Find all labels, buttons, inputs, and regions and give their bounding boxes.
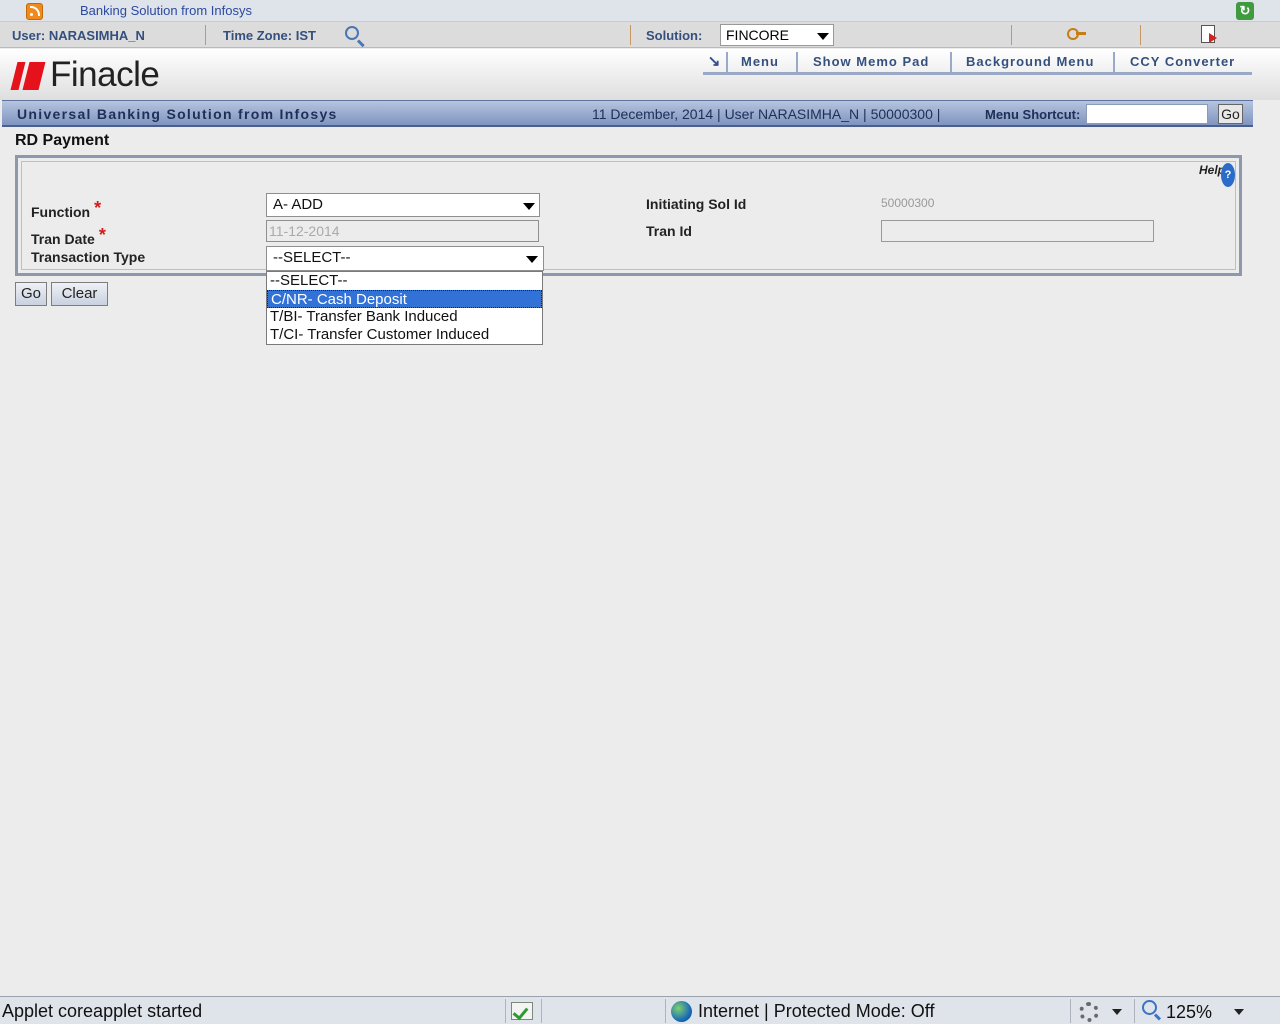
rss-feed-icon[interactable] [26, 3, 43, 20]
background-menu-link[interactable]: Background Menu [966, 54, 1094, 69]
clear-button[interactable]: Clear [51, 282, 108, 306]
menu-link[interactable]: Menu [741, 54, 779, 69]
divider [1070, 999, 1071, 1023]
dropdown-option-select[interactable]: --SELECT-- [267, 272, 542, 290]
divider [665, 999, 666, 1023]
initiating-sol-id-label: Initiating Sol Id [646, 196, 747, 212]
settings-gear-icon[interactable] [1079, 1002, 1099, 1022]
tagline: Universal Banking Solution from Infosys [17, 106, 338, 122]
menu-divider [1113, 52, 1115, 72]
divider [1011, 25, 1012, 45]
divider [205, 25, 206, 45]
zoom-icon[interactable] [1142, 1000, 1157, 1015]
menu-underline [703, 72, 1252, 75]
menu-divider [950, 52, 952, 72]
menu-shortcut-go-button[interactable]: Go [1218, 104, 1243, 124]
required-marker: * [94, 198, 102, 218]
key-icon[interactable] [1067, 26, 1087, 44]
search-icon[interactable] [345, 26, 359, 40]
transaction-type-select[interactable]: --SELECT-- [266, 246, 544, 271]
tran-id-input[interactable] [881, 220, 1154, 242]
chevron-down-icon[interactable] [1112, 1009, 1122, 1015]
function-label: Function * [31, 198, 102, 222]
divider [1140, 25, 1141, 45]
finacle-logo-icon [14, 62, 44, 90]
form-panel-inner [21, 161, 1236, 270]
divider [1134, 999, 1135, 1023]
application-title-bar: Universal Banking Solution from Infosys … [2, 100, 1253, 127]
divider [541, 999, 542, 1023]
dropdown-option-cash-deposit[interactable]: C/NR- Cash Deposit [267, 290, 542, 308]
menu-shortcut-label: Menu Shortcut: [985, 107, 1081, 122]
tran-id-label: Tran Id [646, 223, 692, 239]
finacle-logo-text: Finacle [50, 55, 160, 94]
page-title: RD Payment [15, 132, 110, 149]
logout-icon[interactable] [1201, 25, 1217, 43]
initiating-sol-id-value: 50000300 [881, 196, 935, 210]
page-status-icon[interactable] [511, 1002, 533, 1020]
timezone-label: Time Zone: IST [223, 28, 316, 43]
security-zone-text[interactable]: Internet | Protected Mode: Off [698, 1001, 934, 1022]
session-info: 11 December, 2014 | User NARASIMHA_N | 5… [592, 106, 941, 122]
chevron-down-icon[interactable] [817, 33, 829, 40]
tran-date-label-text: Tran Date [31, 231, 95, 247]
divider [505, 999, 506, 1023]
transaction-type-dropdown-list: --SELECT-- C/NR- Cash Deposit T/BI- Tran… [266, 271, 543, 345]
tran-date-input[interactable]: 11-12-2014 [266, 220, 539, 242]
chevron-down-icon[interactable] [526, 256, 538, 263]
current-user-label: User: NARASIMHA_N [12, 28, 145, 43]
function-select-value: A- ADD [273, 196, 324, 213]
browser-tab-title[interactable]: Banking Solution from Infosys [80, 3, 252, 18]
dropdown-option-transfer-bank-induced[interactable]: T/BI- Transfer Bank Induced [267, 308, 542, 326]
tran-date-value: 11-12-2014 [269, 223, 340, 239]
menu-divider [726, 52, 728, 72]
browser-status-bar: Applet coreapplet started Internet | Pro… [0, 996, 1280, 1024]
user-info-bar: User: NARASIMHA_N Time Zone: IST Solutio… [0, 22, 1280, 48]
function-label-text: Function [31, 204, 91, 220]
divider [630, 25, 631, 45]
globe-icon [671, 1001, 692, 1022]
menu-arrow-icon[interactable]: ↘ [703, 53, 725, 71]
solution-select-value: FINCORE [726, 27, 789, 43]
show-memo-pad-link[interactable]: Show Memo Pad [813, 54, 929, 69]
tran-date-label: Tran Date * [31, 225, 106, 249]
transaction-type-select-value: --SELECT-- [273, 249, 351, 266]
required-marker: * [98, 225, 106, 245]
zoom-level[interactable]: 125% [1166, 1002, 1212, 1023]
refresh-icon[interactable]: ↻ [1236, 2, 1254, 20]
chevron-down-icon[interactable] [1234, 1009, 1244, 1015]
help-icon[interactable]: ? [1221, 163, 1235, 187]
go-button[interactable]: Go [15, 282, 47, 306]
form-panel [15, 155, 1242, 276]
chevron-down-icon[interactable] [523, 203, 535, 210]
status-text: Applet coreapplet started [2, 1001, 203, 1021]
solution-label: Solution: [646, 28, 703, 43]
transaction-type-label: Transaction Type [31, 249, 146, 265]
ccy-converter-link[interactable]: CCY Converter [1130, 54, 1235, 69]
browser-tab-bar: Banking Solution from Infosys ↻ [0, 0, 1280, 22]
function-select[interactable]: A- ADD [266, 193, 540, 217]
dropdown-option-transfer-customer-induced[interactable]: T/CI- Transfer Customer Induced [267, 326, 542, 344]
solution-select[interactable]: FINCORE [720, 24, 834, 46]
menu-divider [796, 52, 798, 72]
menu-shortcut-input[interactable] [1086, 104, 1208, 124]
